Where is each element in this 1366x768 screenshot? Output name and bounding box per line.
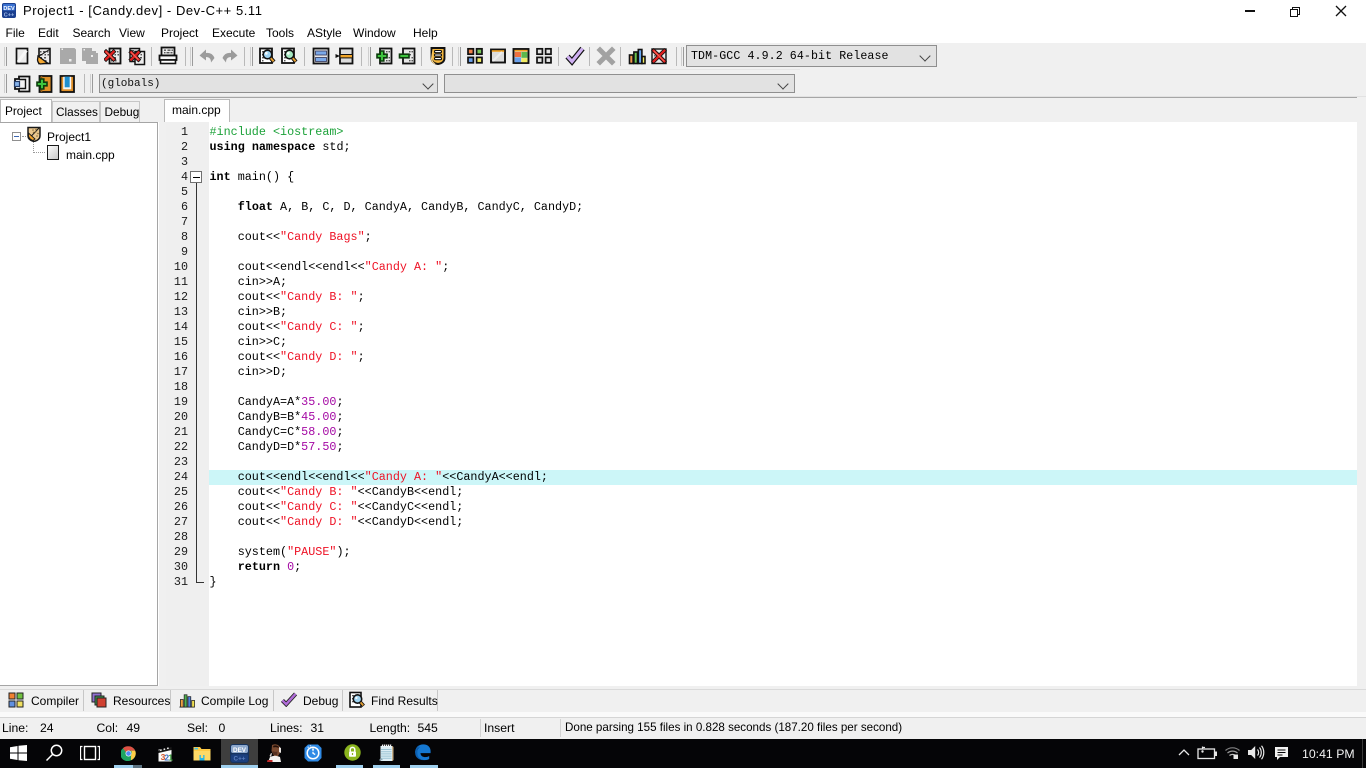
svg-text:DEV: DEV xyxy=(3,6,15,12)
svg-text:C++: C++ xyxy=(234,755,246,762)
svg-text:DEV: DEV xyxy=(233,747,247,754)
svg-text:C++: C++ xyxy=(4,13,14,19)
svg-text:1: 1 xyxy=(168,753,173,762)
